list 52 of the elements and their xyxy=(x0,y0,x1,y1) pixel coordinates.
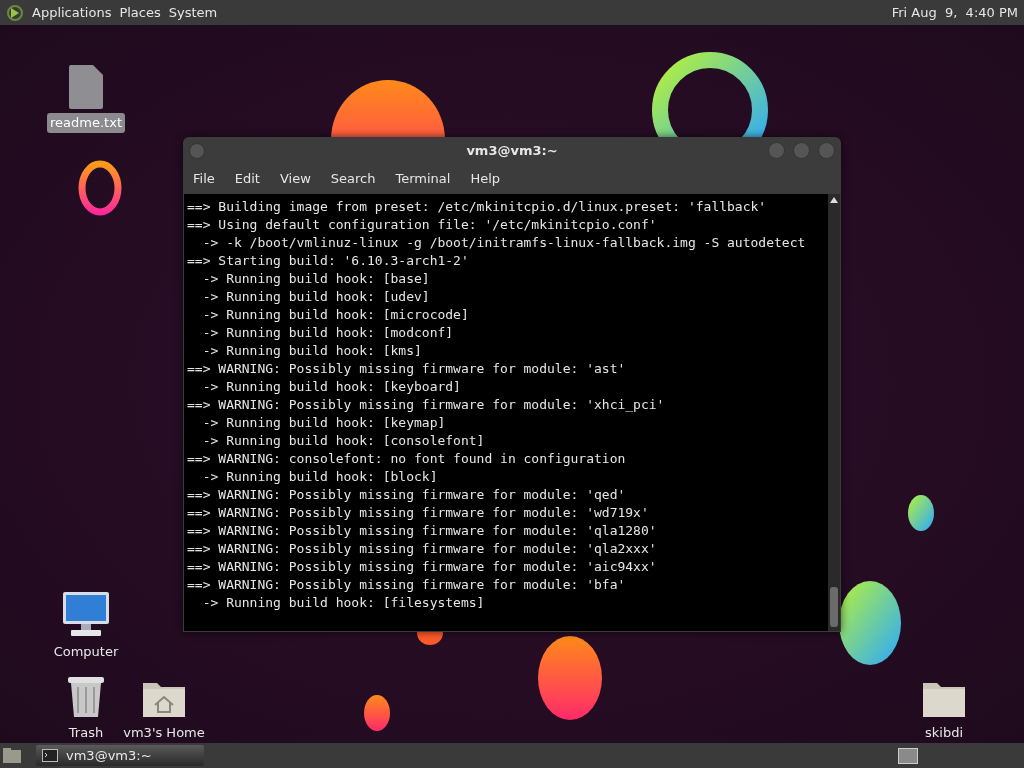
computer-icon xyxy=(61,590,111,638)
maximize-button[interactable] xyxy=(793,142,810,159)
terminal-line: ==> Starting build: '6.10.3-arch1-2' xyxy=(187,252,469,270)
terminal-line: -> Running build hook: [microcode] xyxy=(201,306,469,324)
menu-item[interactable]: Edit xyxy=(234,169,260,189)
taskbar-task[interactable]: vm3@vm3:~ xyxy=(36,745,204,766)
menu-item[interactable]: View xyxy=(279,169,311,189)
document-icon xyxy=(69,65,103,109)
scrollbar-thumb[interactable] xyxy=(830,587,838,627)
panel-menu[interactable]: System xyxy=(168,2,218,23)
window-title: vm3@vm3:~ xyxy=(465,141,559,160)
terminal-icon xyxy=(42,749,58,762)
terminal-line: -> -k /boot/vmlinuz-linux -g /boot/initramfs-linux-fallback.img -S autodetect xyxy=(201,234,806,252)
minimize-button[interactable] xyxy=(768,142,785,159)
terminal-line: -> Running build hook: [filesystems] xyxy=(201,594,485,612)
panel-menu[interactable]: Places xyxy=(119,2,161,23)
desktop-icon-label[interactable]: Computer xyxy=(50,642,122,662)
terminal-line: ==> WARNING: consolefont: no font found in configuration xyxy=(187,450,626,468)
terminal-line: ==> WARNING: Possibly missing firmware for module: 'bfa' xyxy=(187,576,626,594)
terminal-line: -> Running build hook: [modconf] xyxy=(201,324,454,342)
clock[interactable]: Fri Aug 9, 4:40 PM xyxy=(891,2,1018,23)
terminal-line: -> Running build hook: [block] xyxy=(201,468,438,486)
app-menu-logo-icon[interactable] xyxy=(6,3,24,22)
terminal-line: -> Running build hook: [keymap] xyxy=(201,414,446,432)
close-button[interactable] xyxy=(818,142,835,159)
panel-menu[interactable]: Applications xyxy=(32,2,112,23)
workspace-switcher[interactable] xyxy=(898,747,918,764)
desktop-icon-label[interactable]: skibdi xyxy=(922,723,966,743)
terminal-line: -> Running build hook: [base] xyxy=(201,270,430,288)
terminal-line: ==> Building image from preset: /etc/mkinitcpio.d/linux.preset: 'fallback' xyxy=(187,198,767,216)
menu-item[interactable]: File xyxy=(193,169,215,189)
terminal-line: ==> WARNING: Possibly missing firmware for module: 'wd719x' xyxy=(187,504,649,522)
menu-item[interactable]: Terminal xyxy=(395,169,451,189)
terminal-line: -> Running build hook: [consolefont] xyxy=(201,432,485,450)
terminal-line: ==> WARNING: Possibly missing firmware for module: 'qla1280' xyxy=(187,522,657,540)
terminal-line: ==> WARNING: Possibly missing firmware for module: 'aic94xx' xyxy=(187,558,657,576)
terminal-line: ==> WARNING: Possibly missing firmware for module: 'qed' xyxy=(187,486,626,504)
terminal-line: ==> WARNING: Possibly missing firmware for module: 'xhci_pci' xyxy=(187,396,665,414)
desktop-icon-label[interactable]: Trash xyxy=(65,723,107,743)
menu-item[interactable]: Help xyxy=(470,169,501,189)
show-desktop-icon[interactable] xyxy=(2,746,22,765)
terminal-line: -> Running build hook: [kms] xyxy=(201,342,422,360)
scrollbar[interactable] xyxy=(828,194,840,631)
terminal-line: ==> WARNING: Possibly missing firmware for module: 'qla2xxx' xyxy=(187,540,657,558)
menu-item[interactable]: Search xyxy=(330,169,376,189)
terminal-line: ==> WARNING: Possibly missing firmware for module: 'ast' xyxy=(187,360,626,378)
terminal-line: -> Running build hook: [keyboard] xyxy=(201,378,461,396)
window-menu-button[interactable] xyxy=(189,142,205,159)
scroll-up-icon[interactable] xyxy=(830,197,838,203)
terminal-line: -> Running build hook: [udev] xyxy=(201,288,430,306)
terminal-line: ==> Using default configuration file: '/etc/mkinitcpio.conf' xyxy=(187,216,657,234)
desktop-icon-label[interactable]: vm3's Home xyxy=(120,723,208,743)
